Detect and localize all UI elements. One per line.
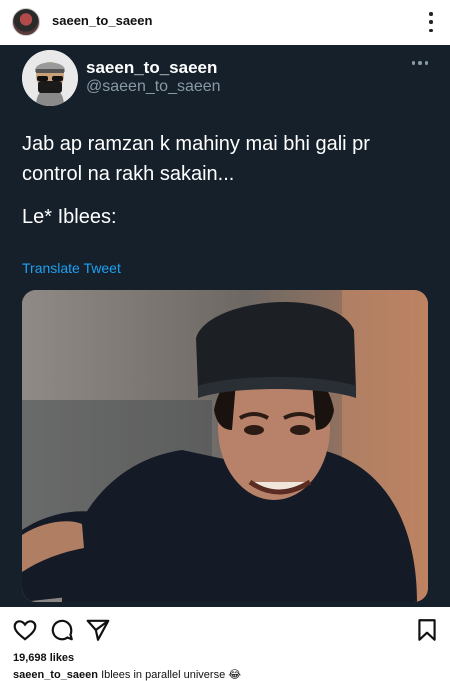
more-options-icon[interactable] — [428, 12, 434, 32]
caption: saeen_to_saeen Iblees in parallel univer… — [13, 668, 241, 681]
post-username[interactable]: saeen_to_saeen — [52, 13, 152, 28]
caption-text: Iblees in parallel universe 😂 — [101, 669, 242, 681]
caption-username[interactable]: saeen_to_saeen — [13, 669, 98, 681]
tweet-text-line: control na rakh sakain... — [22, 163, 235, 185]
tweet-photo[interactable] — [22, 290, 428, 602]
paper-plane-icon[interactable] — [85, 617, 111, 643]
likes-count[interactable]: 19,698 likes — [13, 652, 74, 664]
tweet-avatar — [22, 50, 78, 106]
tweet-text-line: Le* Iblees: — [22, 206, 117, 228]
tweet-more-icon — [411, 61, 428, 65]
post-actions — [0, 607, 450, 652]
tweet-display-name: saeen_to_saeen — [86, 58, 218, 77]
tweet-text-line: Jab ap ramzan k mahiny mai bhi gali pr — [22, 133, 370, 155]
heart-icon[interactable] — [12, 617, 38, 643]
post-header: saeen_to_saeen — [0, 0, 450, 44]
bookmark-icon[interactable] — [414, 617, 440, 643]
tweet-handle: @saeen_to_saeen — [86, 78, 221, 95]
comment-icon[interactable] — [49, 617, 75, 643]
tweet-card: saeen_to_saeen @saeen_to_saeen Jab ap ra… — [0, 45, 450, 607]
translate-tweet-link[interactable]: Translate Tweet — [22, 260, 121, 276]
avatar[interactable] — [12, 8, 40, 36]
